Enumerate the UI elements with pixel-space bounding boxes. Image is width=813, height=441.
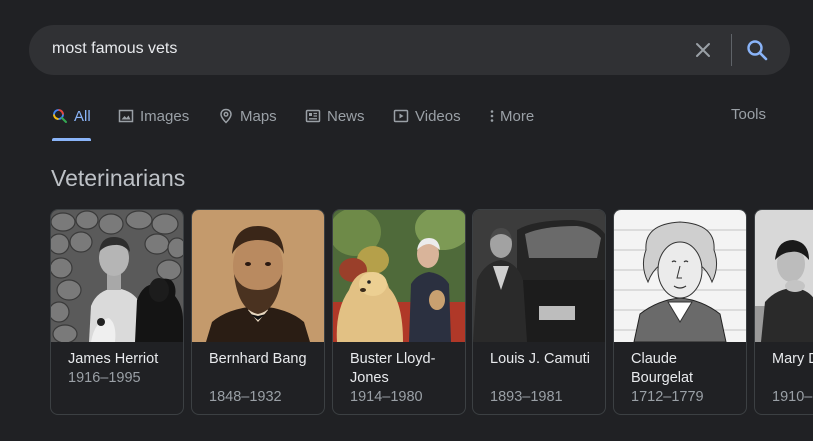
tools-button[interactable]: Tools	[731, 106, 766, 123]
person-name: Bernhard Bang	[209, 351, 307, 367]
search-icon	[52, 108, 68, 124]
veterinarians-carousel: James Herriot 1916–1995 Bernhard Bang 18…	[50, 209, 813, 415]
tab-maps[interactable]: Maps	[218, 105, 277, 127]
tab-videos[interactable]: Videos	[393, 105, 461, 127]
tab-label: Maps	[240, 107, 277, 125]
map-pin-icon	[218, 108, 234, 124]
section-title: Veterinarians	[51, 165, 186, 191]
search-bar[interactable]: most famous vets	[29, 25, 790, 75]
person-photo	[51, 210, 183, 342]
active-tab-indicator	[52, 138, 91, 141]
tab-more[interactable]: More	[488, 105, 534, 127]
person-years: 1848–1932	[209, 389, 282, 405]
person-name: Buster Lloyd-Jones	[350, 351, 436, 386]
news-icon	[305, 108, 321, 124]
tab-all[interactable]: All	[52, 105, 91, 141]
person-photo	[333, 210, 465, 342]
person-card-louis-camuti[interactable]: Louis J. Camuti 1893–1981	[472, 209, 606, 415]
person-years: 1910–	[772, 389, 813, 405]
person-name: James Herriot	[68, 351, 159, 367]
person-name: Louis J. Camuti	[490, 351, 590, 367]
clear-search-button[interactable]	[691, 38, 715, 62]
person-photo	[473, 210, 605, 342]
person-card-bernhard-bang[interactable]: Bernhard Bang 1848–1932	[191, 209, 325, 415]
tab-label: News	[327, 107, 365, 125]
video-icon	[393, 108, 409, 124]
image-icon	[118, 108, 134, 124]
tab-news[interactable]: News	[305, 105, 365, 127]
person-card-mary-dunlop[interactable]: Mary Dunlop 1910–	[754, 209, 813, 415]
person-years: 1916–1995	[68, 370, 141, 386]
search-input[interactable]: most famous vets	[52, 40, 177, 58]
person-name: Claude Bourgelat	[631, 351, 694, 386]
person-years: 1914–1980	[350, 389, 423, 405]
tab-label: All	[74, 107, 91, 125]
person-photo	[755, 210, 813, 342]
close-icon	[696, 43, 710, 57]
person-name: Mary Dunlop	[772, 351, 813, 367]
person-card-james-herriot[interactable]: James Herriot 1916–1995	[50, 209, 184, 415]
search-divider	[731, 34, 732, 66]
person-years: 1893–1981	[490, 389, 563, 405]
tab-images[interactable]: Images	[118, 105, 189, 127]
tab-label: Videos	[415, 107, 461, 125]
tab-label: Images	[140, 107, 190, 125]
search-button[interactable]	[745, 38, 769, 62]
search-icon	[747, 40, 768, 61]
more-vert-icon	[488, 108, 496, 124]
tab-label: More	[500, 107, 535, 125]
person-years: 1712–1779	[631, 389, 704, 405]
person-card-buster-lloyd-jones[interactable]: Buster Lloyd-Jones 1914–1980	[332, 209, 466, 415]
person-card-claude-bourgelat[interactable]: Claude Bourgelat 1712–1779	[613, 209, 747, 415]
person-photo	[614, 210, 746, 342]
person-photo	[192, 210, 324, 342]
